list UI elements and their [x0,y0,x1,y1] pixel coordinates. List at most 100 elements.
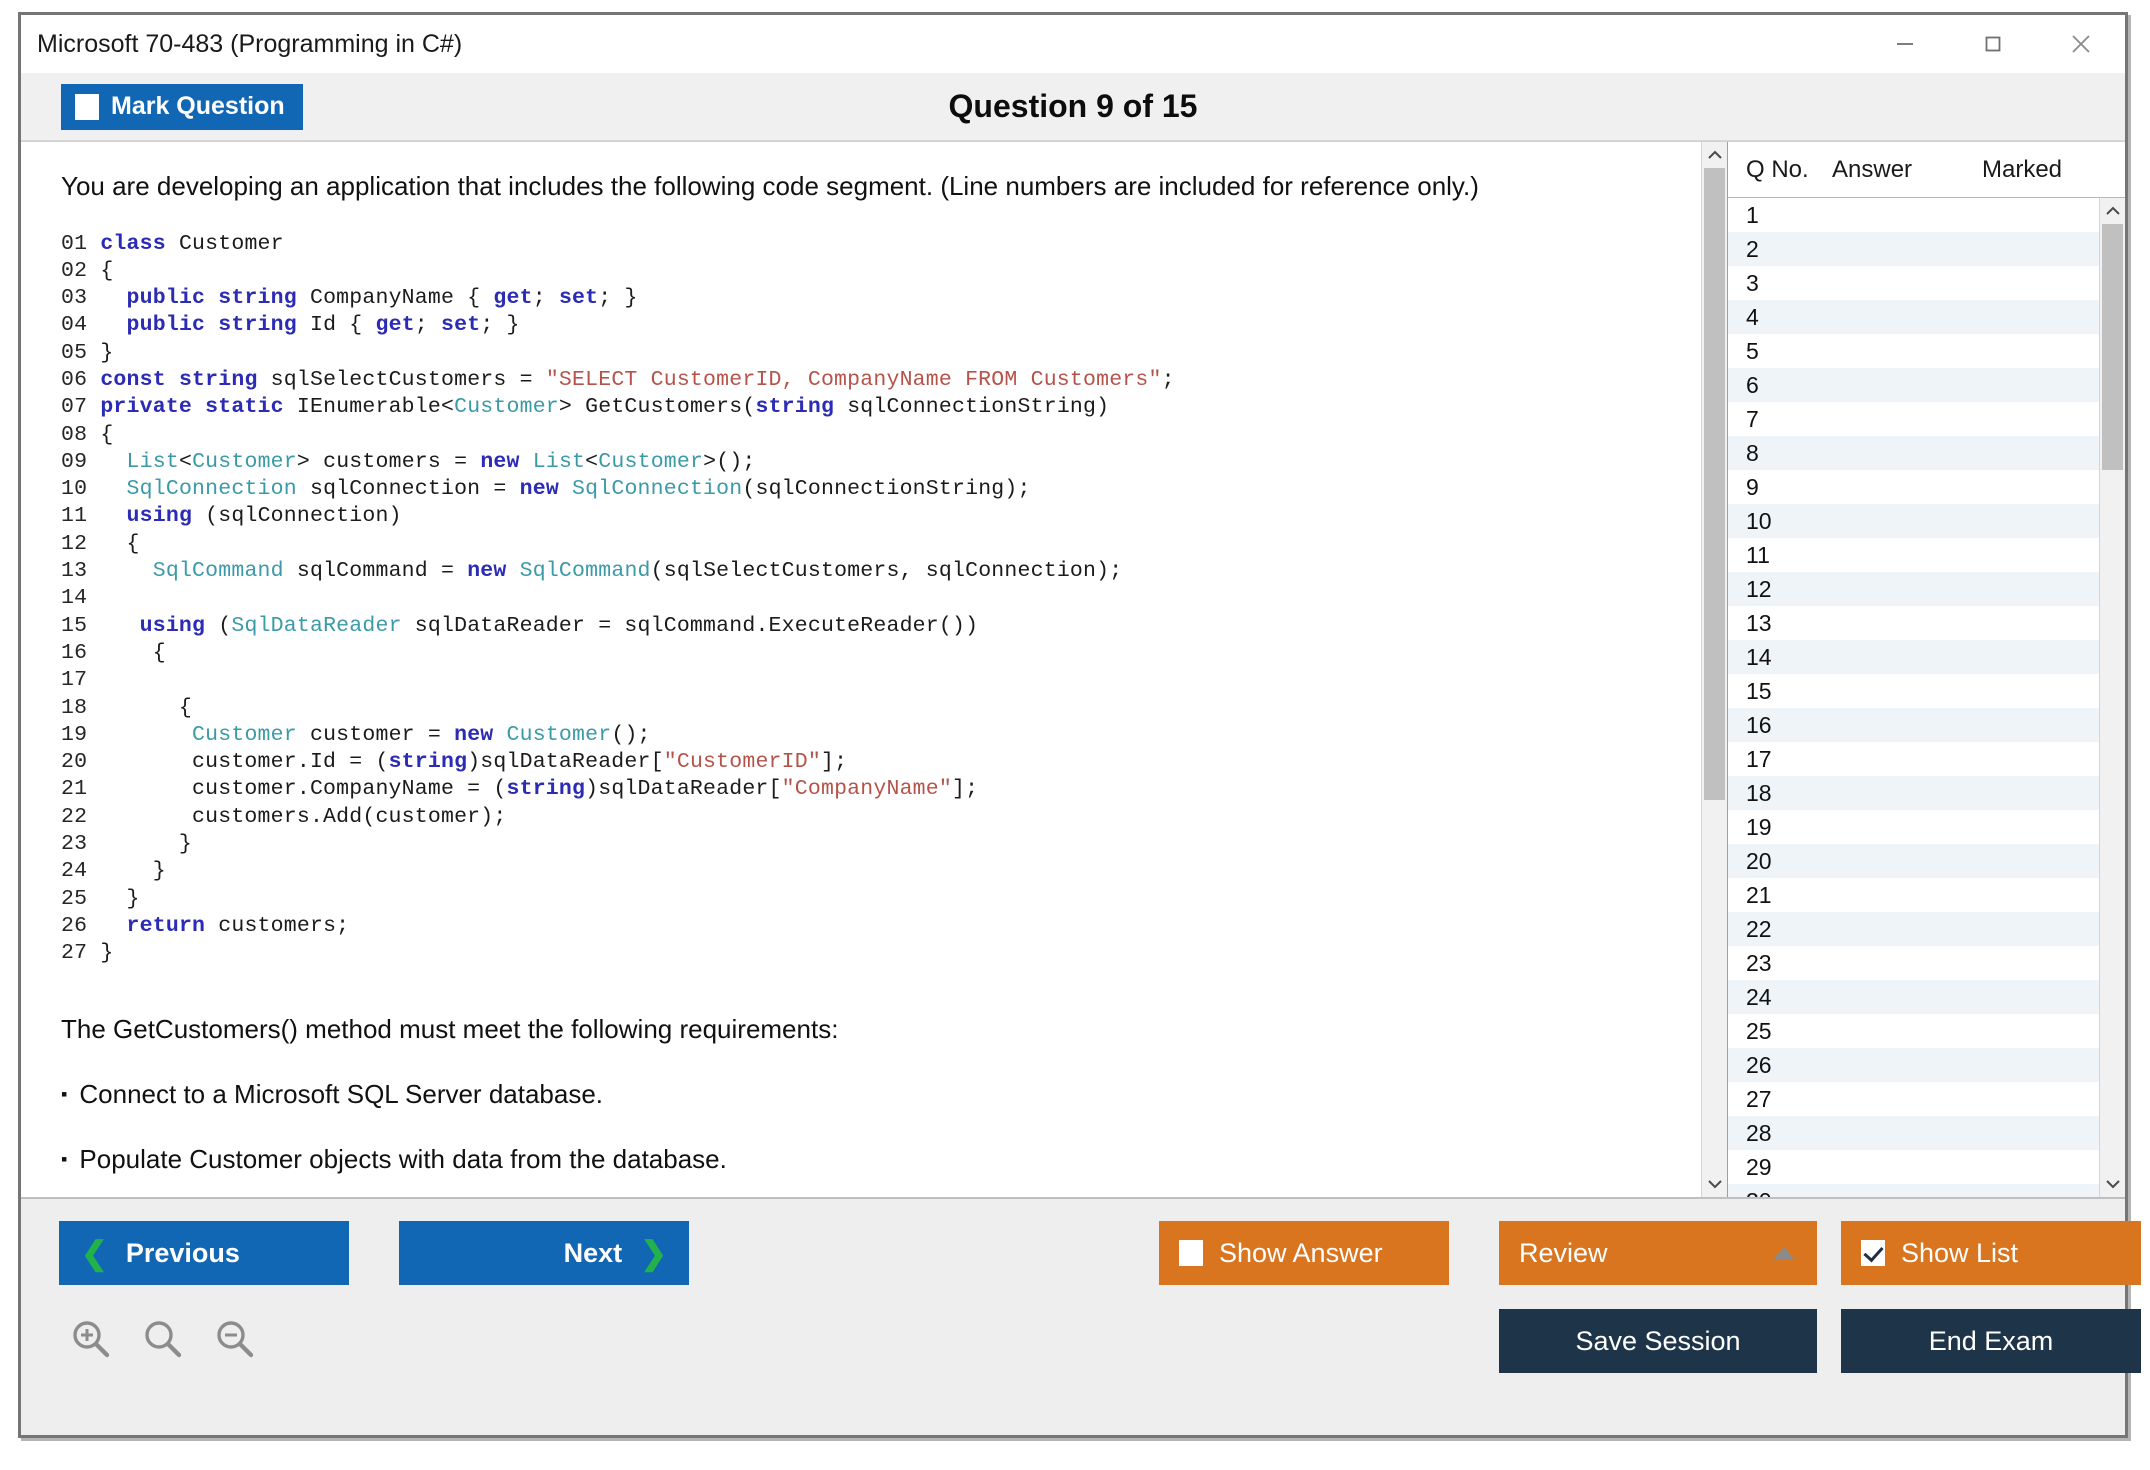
question-list-row[interactable]: 16 [1728,708,2099,742]
scroll-thumb[interactable] [1704,168,1725,800]
question-list-row[interactable]: 27 [1728,1082,2099,1116]
row-question-number: 11 [1746,541,1770,568]
code-token: new [454,722,507,747]
code-token: Customer [192,722,297,747]
question-list-row[interactable]: 22 [1728,912,2099,946]
question-list-row[interactable]: 4 [1728,300,2099,334]
scroll-up-arrow-icon[interactable] [1702,142,1728,168]
row-question-number: 29 [1746,1153,1772,1180]
question-list-scrollbar[interactable] [2099,198,2125,1197]
question-list-row[interactable]: 14 [1728,640,2099,674]
mark-question-button[interactable]: Mark Question [61,83,303,130]
question-list-row[interactable]: 30 [1728,1184,2099,1197]
code-token: class [100,231,179,256]
end-exam-button[interactable]: End Exam [1841,1309,2141,1373]
previous-button[interactable]: ❮ Previous [59,1221,349,1285]
row-question-number: 5 [1746,337,1759,364]
code-token: customers.Add(customer); [100,804,507,829]
list-scroll-thumb[interactable] [2102,224,2123,471]
code-token: using [139,613,219,638]
question-list-row[interactable]: 26 [1728,1048,2099,1082]
mark-question-checkbox-icon [75,93,99,120]
code-token: set [558,286,599,311]
show-list-button[interactable]: Show List [1841,1221,2141,1285]
zoom-reset-icon[interactable] [141,1317,185,1361]
code-line-number: 26 [61,913,101,938]
code-line-number: 18 [61,695,101,720]
code-token: { [100,695,193,720]
code-token: ; [532,286,559,311]
question-list-row[interactable]: 6 [1728,368,2099,402]
code-token: sqlSelectCustomers = [270,367,546,392]
code-line: 06 const string sqlSelectCustomers = "SE… [61,367,1693,394]
review-button[interactable]: Review [1499,1221,1817,1285]
save-session-button[interactable]: Save Session [1499,1309,1817,1373]
question-list-row[interactable]: 7 [1728,402,2099,436]
question-list-row[interactable]: 12 [1728,572,2099,606]
code-token: new [480,449,533,474]
question-list-row[interactable]: 20 [1728,844,2099,878]
zoom-in-icon[interactable] [69,1317,113,1361]
next-button[interactable]: Next ❯ [399,1221,689,1285]
show-list-label: Show List [1901,1237,2019,1268]
question-list-row[interactable]: 1 [1728,198,2099,232]
show-answer-button[interactable]: Show Answer [1159,1221,1449,1285]
maximize-button[interactable] [1949,15,2037,73]
zoom-out-icon[interactable] [213,1317,257,1361]
minimize-button[interactable] [1861,15,1949,73]
code-token: set [441,313,481,338]
question-list-row[interactable]: 23 [1728,946,2099,980]
previous-label: Previous [125,1237,240,1268]
scroll-down-arrow-icon[interactable] [1702,1171,1728,1197]
code-token: Customer [454,395,559,420]
row-question-number: 1 [1746,201,1759,228]
question-pane: You are developing an application that i… [21,142,1727,1197]
question-list-row[interactable]: 11 [1728,538,2099,572]
question-pane-scrollbar[interactable] [1701,142,1727,1197]
row-question-number: 10 [1746,507,1772,534]
question-list-row[interactable]: 8 [1728,436,2099,470]
code-line: 11 using (sqlConnection) [61,503,1693,530]
question-list-row[interactable]: 9 [1728,470,2099,504]
code-line: 24 } [61,858,1693,885]
question-list-row[interactable]: 2 [1728,232,2099,266]
question-list-row[interactable]: 19 [1728,810,2099,844]
caret-up-icon [1773,1246,1795,1260]
row-question-number: 27 [1746,1085,1772,1112]
question-list-pane: Q No. Answer Marked 1 2 3 4 5 6 7 8 9 10 11 12 13 14 1… [1727,142,2125,1197]
question-list-row[interactable]: 13 [1728,606,2099,640]
question-list-row[interactable]: 29 [1728,1150,2099,1184]
question-list-row[interactable]: 17 [1728,742,2099,776]
code-token: SqlDataReader [231,613,402,638]
code-line-number: 10 [61,477,101,502]
question-list-row[interactable]: 28 [1728,1116,2099,1150]
list-scroll-down-arrow-icon[interactable] [2100,1171,2126,1197]
code-token: SqlConnection [572,477,743,502]
question-list-row[interactable]: 5 [1728,334,2099,368]
code-token: > GetCustomers( [558,395,756,420]
question-list-row[interactable]: 25 [1728,1014,2099,1048]
question-list-header: Q No. Answer Marked [1728,142,2125,198]
code-token: List [126,449,179,474]
close-button[interactable] [2037,15,2125,73]
zoom-controls [69,1317,257,1361]
footer-toolbar: ❮ Previous Next ❯ Show Answer Review Sho… [21,1197,2141,1435]
list-scroll-up-arrow-icon[interactable] [2100,198,2126,224]
question-list-row[interactable]: 3 [1728,266,2099,300]
question-counter: Question 9 of 15 [948,88,1198,124]
question-list-row[interactable]: 18 [1728,776,2099,810]
question-list-row[interactable]: 24 [1728,980,2099,1014]
question-content: You are developing an application that i… [21,142,1727,1197]
code-token: } [100,941,114,966]
question-list-row[interactable]: 10 [1728,504,2099,538]
code-token: )sqlDataReader[ [585,777,782,802]
question-list-row[interactable]: 15 [1728,674,2099,708]
code-line: 13 SqlCommand sqlCommand = new SqlComman… [61,558,1693,585]
list-scroll-track[interactable] [2100,224,2125,1171]
code-line-number: 12 [61,531,101,556]
scroll-track[interactable] [1702,168,1727,1171]
row-question-number: 8 [1746,439,1759,466]
code-token: sqlConnectionString) [847,395,1110,420]
code-line-number: 07 [61,395,101,420]
question-list-row[interactable]: 21 [1728,878,2099,912]
